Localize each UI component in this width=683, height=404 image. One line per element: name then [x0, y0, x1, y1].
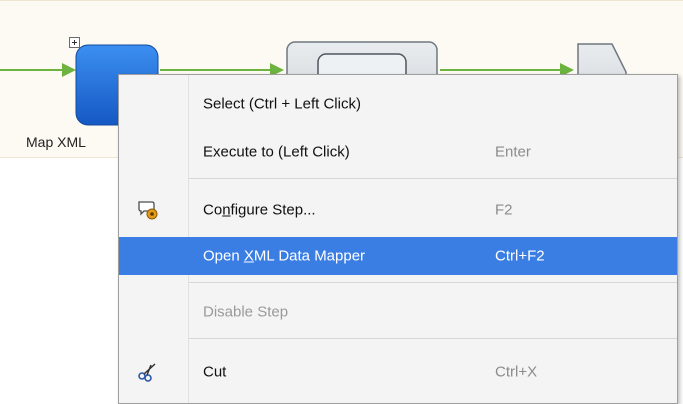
context-menu: Select (Ctrl + Left Click) Execute to (L… [118, 74, 678, 404]
configure-step-icon [137, 199, 159, 221]
menu-item-label: Select (Ctrl + Left Click) [203, 95, 361, 113]
menu-item-cut[interactable]: Cut Ctrl+X [119, 353, 677, 391]
menu-item-label: Open XML Data Mapper [203, 247, 366, 265]
menu-item-shortcut: Ctrl+F2 [495, 247, 545, 265]
menu-separator [189, 338, 677, 339]
menu-item-label: Configure Step... [203, 201, 316, 219]
menu-item-shortcut: Ctrl+X [495, 363, 538, 381]
menu-item-execute-to[interactable]: Execute to (Left Click) Enter [119, 133, 677, 171]
menu-item-disable-step[interactable]: Disable Step [119, 293, 677, 331]
map-xml-step-label: Map XML [26, 134, 86, 150]
menu-item-shortcut: Enter [495, 143, 531, 161]
scissors-icon [137, 361, 159, 383]
menu-item-open-xml-data-mapper[interactable]: Open XML Data Mapper Ctrl+F2 [119, 237, 677, 275]
menu-item-select[interactable]: Select (Ctrl + Left Click) [119, 85, 677, 123]
menu-item-label: Execute to (Left Click) [203, 143, 350, 161]
expand-step-icon[interactable] [69, 37, 80, 48]
menu-item-label: Cut [203, 363, 227, 381]
flow-connector-1 [0, 63, 76, 77]
menu-separator [189, 282, 677, 283]
menu-item-configure-step[interactable]: Configure Step... F2 [119, 191, 677, 229]
menu-separator [189, 178, 677, 179]
menu-item-label: Disable Step [203, 303, 289, 321]
menu-item-shortcut: F2 [495, 201, 513, 219]
